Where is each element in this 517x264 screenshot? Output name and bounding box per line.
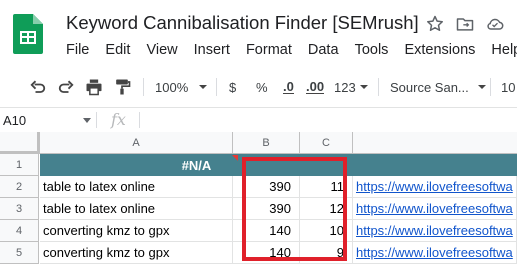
format-percent-button[interactable]: % (256, 75, 268, 99)
chevron-down-icon (477, 85, 486, 89)
formula-bar: A10 fx (0, 107, 517, 133)
row-header-1[interactable]: 1 (0, 154, 39, 176)
row-header-4[interactable]: 4 (0, 220, 39, 242)
decrease-decimal-label: .0 (283, 78, 294, 94)
select-all-corner[interactable] (0, 132, 40, 154)
menu-format[interactable]: Format (246, 42, 292, 58)
menu-tools[interactable]: Tools (355, 42, 389, 58)
name-box[interactable]: A10 (0, 108, 96, 132)
column-header-d[interactable] (353, 132, 517, 154)
undo-icon (30, 80, 46, 93)
star-icon[interactable] (425, 14, 445, 34)
chevron-down-icon (199, 85, 208, 89)
font-size-select[interactable]: 10 (501, 75, 515, 99)
more-formats-label: 123 (334, 79, 356, 95)
cell-a3[interactable]: table to latex online (40, 198, 233, 220)
error-cell-value: #N/A (181, 158, 212, 173)
percent-label: % (256, 79, 268, 95)
cell-a4[interactable]: converting kmz to gpx (40, 220, 233, 242)
menu-bar: File Edit View Insert Format Data Tools … (66, 42, 517, 62)
row-header-3[interactable]: 3 (0, 198, 39, 220)
decrease-decimal-button[interactable]: .0 (283, 75, 294, 99)
cell-c2[interactable]: 11 (300, 176, 353, 198)
cell-d2-link[interactable]: https://www.ilovefreesoftwa (353, 176, 517, 198)
increase-decimal-button[interactable]: .00 (306, 75, 325, 99)
redo-icon (58, 80, 74, 93)
column-header-b[interactable]: B (233, 132, 300, 154)
menu-data[interactable]: Data (308, 42, 339, 58)
cell-c3[interactable]: 12 (300, 198, 353, 220)
paint-format-icon (116, 79, 131, 95)
more-formats-select[interactable]: 123 (334, 75, 370, 99)
font-size-label: 10 (501, 79, 516, 95)
zoom-value: 100% (155, 79, 189, 95)
document-title[interactable]: Keyword Cannibalisation Finder [SEMrush] (66, 12, 419, 34)
print-icon (86, 79, 102, 96)
cell-d4-link[interactable]: https://www.ilovefreesoftwa (353, 220, 517, 242)
sheets-logo-icon[interactable] (13, 14, 43, 54)
paint-format-button[interactable] (112, 75, 132, 99)
spreadsheet-grid: A B C 1 2 3 4 5 #N/A table to latex onli… (0, 132, 517, 264)
cell-a5[interactable]: converting kmz to gpx (40, 242, 233, 264)
row-header-5[interactable]: 5 (0, 242, 39, 264)
column-header-c[interactable]: C (300, 132, 353, 154)
cell-b5[interactable]: 140 (233, 242, 300, 264)
column-header-a[interactable]: A (40, 132, 233, 154)
cell-a2[interactable]: table to latex online (40, 176, 233, 198)
formula-input[interactable] (146, 108, 516, 132)
cell-d3-link[interactable]: https://www.ilovefreesoftwa (353, 198, 517, 220)
toolbar: 100% $ % .0 .00 123 Source San... 10 (0, 75, 517, 99)
cell-d5-link[interactable]: https://www.ilovefreesoftwa (353, 242, 517, 264)
font-label: Source San... (390, 79, 469, 95)
fx-icon: fx (111, 110, 126, 129)
redo-button[interactable] (56, 75, 76, 99)
cell-b3[interactable]: 390 (233, 198, 300, 220)
cell-b2[interactable]: 390 (233, 176, 300, 198)
zoom-select[interactable]: 100% (155, 75, 210, 99)
cell-b4[interactable]: 140 (233, 220, 300, 242)
menu-edit[interactable]: Edit (105, 42, 130, 58)
format-currency-button[interactable]: $ (229, 75, 236, 99)
menu-file[interactable]: File (66, 42, 89, 58)
currency-label: $ (229, 79, 237, 95)
menu-help[interactable]: Help (491, 42, 517, 58)
row-header-2[interactable]: 2 (0, 176, 39, 198)
menu-extensions[interactable]: Extensions (404, 42, 475, 58)
cell-c5[interactable]: 9 (300, 242, 353, 264)
move-to-folder-icon[interactable] (455, 14, 475, 34)
print-button[interactable] (84, 75, 104, 99)
cloud-saved-icon[interactable] (485, 14, 505, 34)
undo-button[interactable] (28, 75, 48, 99)
font-select[interactable]: Source San... (390, 75, 489, 99)
chevron-down-icon (359, 85, 368, 89)
increase-decimal-label: .00 (306, 78, 325, 94)
menu-view[interactable]: View (146, 42, 177, 58)
chevron-down-icon (83, 118, 91, 123)
menu-insert[interactable]: Insert (194, 42, 230, 58)
cell-c4[interactable]: 10 (300, 220, 353, 242)
cell-reference: A10 (3, 113, 27, 128)
error-indicator (232, 155, 238, 161)
